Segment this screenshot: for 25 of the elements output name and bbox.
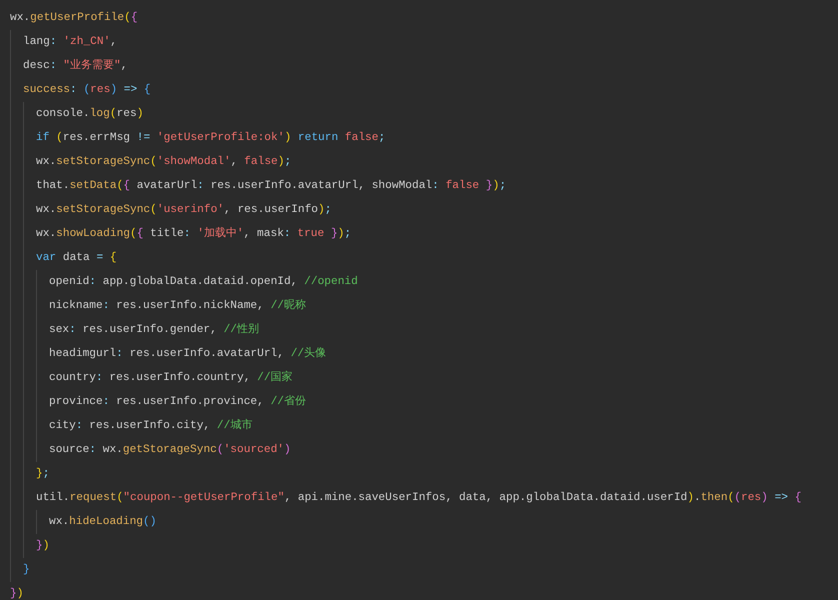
code-line: sex: res.userInfo.gender, //性别 xyxy=(49,322,260,338)
code-line: headimgurl: res.userInfo.avatarUrl, //头像 xyxy=(49,346,326,362)
code-line: var data = { xyxy=(36,250,117,266)
code-line: }) xyxy=(36,538,50,554)
code-line: wx.hideLoading() xyxy=(49,514,156,530)
code-line: source: wx.getStorageSync('sourced') xyxy=(49,442,291,458)
code-line: util.request("coupon--getUserProfile", api.mine.saveUserInfos, data, app.globalData.dataid.userId).then((res) => { xyxy=(36,490,802,506)
code-line: city: res.userInfo.city, //城市 xyxy=(49,418,252,434)
code-line: lang: 'zh_CN', xyxy=(23,34,118,50)
code-line: wx.showLoading({ title: '加载中', mask: true }); xyxy=(36,226,352,242)
code-line: wx.getUserProfile({ xyxy=(10,10,138,26)
code-line: }) xyxy=(10,586,24,600)
code-line: } xyxy=(23,562,30,578)
code-line: openid: app.globalData.dataid.openId, //openid xyxy=(49,274,358,290)
code-line: console.log(res) xyxy=(36,106,144,122)
code-line: if (res.errMsg != 'getUserProfile:ok') return false; xyxy=(36,130,386,146)
code-line: wx.setStorageSync('showModal', false); xyxy=(36,154,292,170)
code-line: wx.setStorageSync('userinfo', res.userInfo); xyxy=(36,202,332,218)
code-line: province: res.userInfo.province, //省份 xyxy=(49,394,306,410)
code-line: }; xyxy=(36,466,50,482)
code-line: country: res.userInfo.country, //国家 xyxy=(49,370,293,386)
code-line: desc: "业务需要", xyxy=(23,58,128,74)
code-line: nickname: res.userInfo.nickName, //昵称 xyxy=(49,298,306,314)
code-line: that.setData({ avatarUrl: res.userInfo.avatarUrl, showModal: false }); xyxy=(36,178,506,194)
code-line: success: (res) => { xyxy=(23,82,151,98)
